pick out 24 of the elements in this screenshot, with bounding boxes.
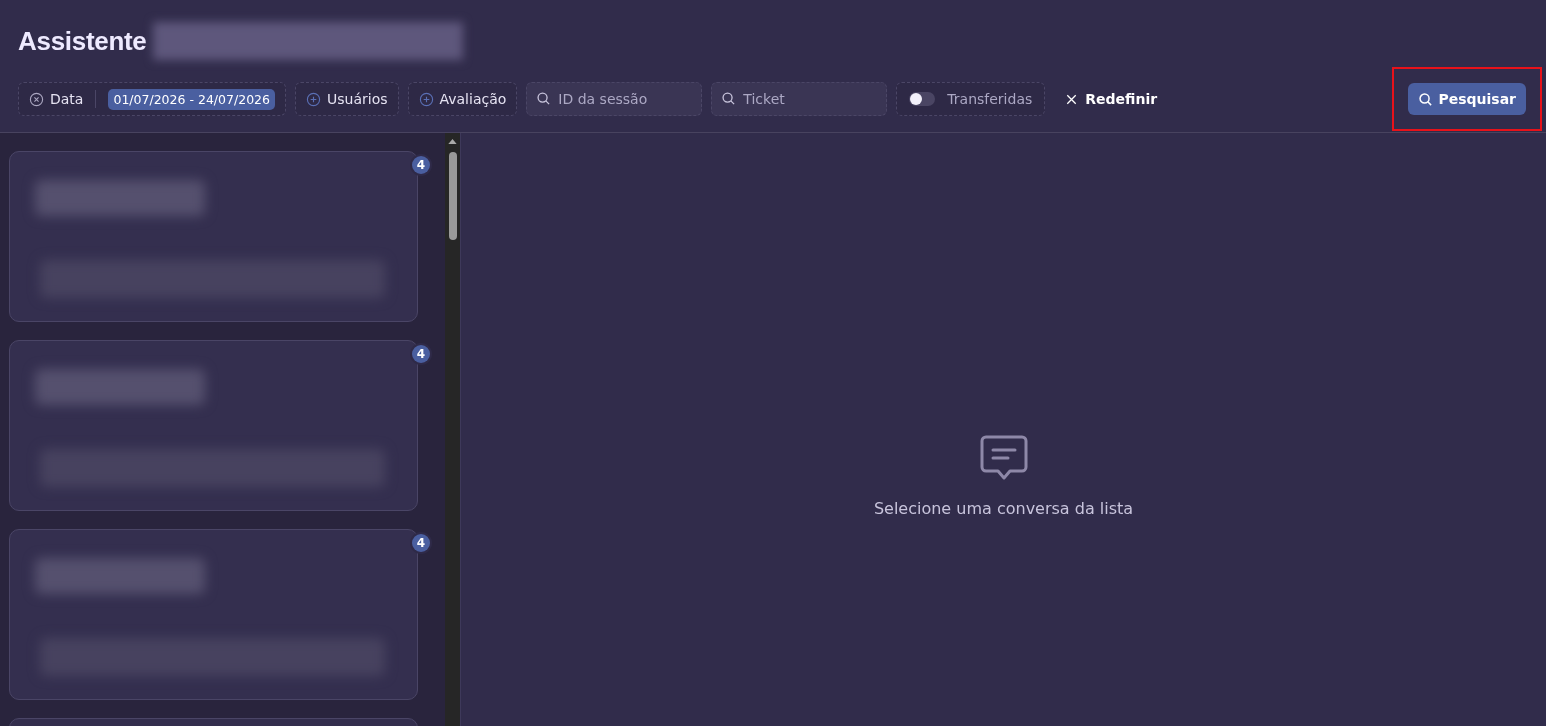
filter-chip[interactable]: Usuários bbox=[295, 82, 399, 116]
scroll-up-icon[interactable] bbox=[448, 139, 457, 144]
search-icon bbox=[721, 91, 737, 106]
plus-circle-icon bbox=[306, 91, 321, 107]
search-field[interactable]: ID da sessão bbox=[526, 82, 703, 116]
count-badge: 4 bbox=[412, 345, 430, 363]
clear-icon[interactable] bbox=[29, 91, 44, 107]
reset-button[interactable]: Redefinir bbox=[1054, 91, 1168, 107]
search-button[interactable]: Pesquisar bbox=[1408, 83, 1526, 115]
page-title: Assistente bbox=[18, 25, 147, 57]
count-badge: 4 bbox=[412, 534, 430, 552]
toggle-switch[interactable] bbox=[909, 92, 936, 106]
count-badge: 4 bbox=[412, 156, 430, 174]
date-filter[interactable]: Data 01/07/2026 - 24/07/2026 bbox=[18, 82, 286, 116]
date-range-tag: 01/07/2026 - 24/07/2026 bbox=[108, 88, 275, 110]
search-field[interactable]: Ticket bbox=[711, 82, 888, 116]
search-icon bbox=[536, 91, 552, 106]
filter-chip[interactable]: Avaliação bbox=[407, 82, 518, 116]
toggle-label: Transferidas bbox=[947, 91, 1033, 107]
plus-circle-icon bbox=[418, 91, 434, 107]
scrollbar-thumb[interactable] bbox=[448, 152, 457, 240]
empty-state-message: Selecione uma conversa da lista bbox=[873, 499, 1134, 518]
search-icon bbox=[1418, 91, 1434, 107]
filter-label: Data bbox=[50, 91, 84, 107]
